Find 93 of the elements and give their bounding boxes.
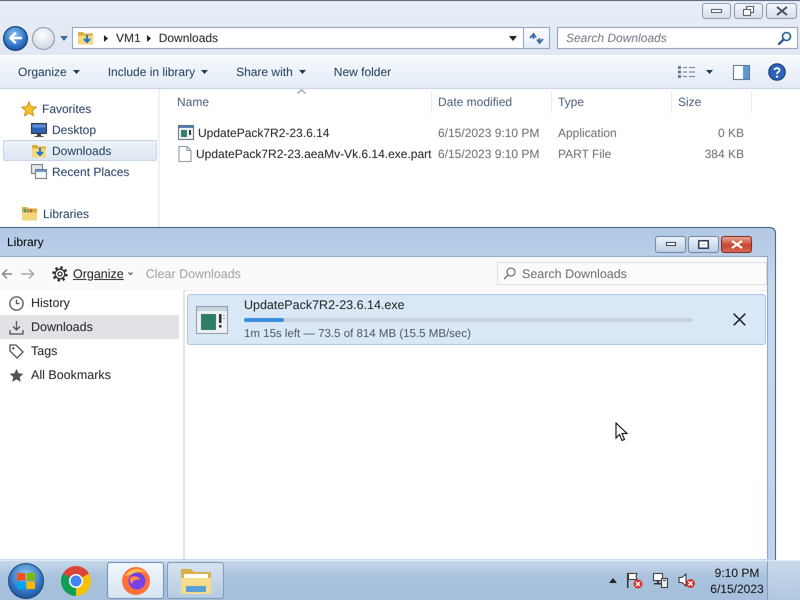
clock-date[interactable]: 6/15/2023 — [710, 580, 764, 596]
address-bar[interactable]: VM1 Downloads — [72, 27, 524, 49]
clock-icon — [9, 296, 24, 310]
refresh-icon — [529, 32, 544, 44]
file-name[interactable]: UpdatePack7R2-23.aeaMv-Vk.6.14.exe.part — [196, 146, 432, 160]
column-header[interactable]: Size — [672, 91, 752, 113]
flame-globe-icon — [120, 566, 150, 596]
file-type: PART File — [558, 146, 612, 160]
nav-item[interactable]: Downloads — [3, 140, 157, 161]
tag-icon — [9, 344, 24, 358]
restore-button[interactable] — [734, 3, 763, 19]
download-file-name: UpdatePack7R2-23.6.14.exe — [244, 298, 406, 313]
computer-icon[interactable] — [652, 572, 669, 589]
restore-icon — [743, 6, 754, 16]
star-icon — [9, 368, 24, 382]
dropdown-caret-icon[interactable] — [509, 36, 517, 40]
stacked-windows-icon — [31, 164, 47, 179]
dropdown-caret-icon — [201, 70, 208, 74]
left-arrow-icon — [9, 32, 22, 44]
start-button[interactable] — [8, 562, 44, 598]
date-modified: 6/15/2023 9:10 PM — [438, 146, 540, 160]
command-button[interactable]: Share with — [226, 61, 316, 83]
document-icon — [178, 146, 192, 162]
search-icon — [503, 267, 516, 280]
folder-icon — [180, 566, 212, 594]
dropdown-caret-icon[interactable] — [706, 70, 713, 74]
star-icon — [21, 100, 37, 116]
four-squares-icon — [16, 572, 36, 590]
flag-error-icon[interactable] — [626, 572, 643, 589]
nav-item[interactable]: Libraries — [3, 203, 157, 224]
close-icon — [730, 240, 742, 248]
date-modified: 6/15/2023 9:10 PM — [438, 126, 540, 140]
close-button[interactable] — [721, 236, 752, 252]
column-header[interactable]: Name — [171, 91, 432, 113]
command-button[interactable]: Organize — [8, 61, 90, 83]
triangle-up-icon[interactable] — [609, 578, 617, 583]
preview-pane-icon[interactable] — [733, 64, 750, 80]
library-folder-icon — [21, 206, 38, 221]
taskbar-button[interactable] — [167, 562, 224, 599]
command-button[interactable]: New folder — [324, 61, 402, 83]
view-options-icon[interactable] — [678, 66, 695, 78]
application-icon — [178, 125, 194, 140]
application-icon — [196, 306, 228, 334]
search-field[interactable]: Search Downloads — [557, 27, 798, 49]
close-button[interactable] — [766, 3, 797, 19]
search-icon[interactable] — [778, 31, 792, 45]
speaker-muted-icon[interactable] — [678, 572, 696, 589]
minimize-icon — [711, 9, 722, 13]
sidebar-item[interactable]: History — [0, 291, 179, 315]
command-button[interactable]: Include in library — [98, 61, 218, 83]
column-header[interactable]: Date modified — [432, 91, 552, 113]
clock-time[interactable]: 9:10 PM — [714, 564, 760, 580]
gear-icon — [52, 266, 68, 282]
file-name[interactable]: UpdatePack7R2-23.6.14 — [198, 126, 330, 140]
download-item[interactable]: UpdatePack7R2-23.6.14.exe 1m 15s left — 73.5 of 814 MB (15.5 MB/sec) — [187, 294, 766, 345]
nav-item[interactable]: Recent Places — [3, 161, 157, 182]
file-size: 0 KB — [718, 126, 744, 140]
download-folder-icon — [31, 142, 47, 158]
download-icon — [9, 320, 24, 334]
back-button[interactable] — [3, 26, 28, 50]
download-status: 1m 15s left — 73.5 of 814 MB (15.5 MB/sec) — [244, 328, 472, 341]
breadcrumb-item[interactable]: Downloads — [158, 31, 218, 45]
maximize-icon — [698, 240, 709, 248]
close-icon[interactable] — [733, 313, 746, 326]
maximize-button[interactable] — [688, 236, 719, 252]
file-size: 384 KB — [704, 146, 744, 160]
dropdown-caret-icon — [72, 70, 80, 74]
mouse-pointer-icon — [615, 422, 628, 442]
chevron-icon[interactable] — [146, 34, 151, 42]
download-folder-icon — [77, 30, 94, 46]
sidebar-item[interactable]: Downloads — [0, 315, 179, 339]
close-icon — [776, 6, 788, 16]
refresh-button[interactable] — [524, 27, 550, 49]
sidebar-item[interactable]: All Bookmarks — [0, 363, 179, 387]
breadcrumb-item[interactable]: VM1 — [116, 31, 141, 45]
tricolor-circle-icon — [60, 564, 92, 596]
taskbar-button[interactable] — [107, 562, 164, 599]
minimize-button[interactable] — [655, 236, 686, 252]
minimize-icon — [666, 242, 676, 246]
file-type: Application — [558, 126, 617, 140]
nav-item[interactable]: Desktop — [3, 119, 157, 140]
caret-icon — [128, 272, 133, 275]
organize-button[interactable]: Organize — [52, 266, 133, 282]
help-icon[interactable] — [768, 63, 786, 81]
column-header[interactable]: Type — [552, 91, 672, 113]
monitor-icon — [31, 122, 47, 136]
nav-item[interactable]: Favorites — [3, 98, 157, 119]
chevron-icon[interactable] — [104, 34, 108, 42]
dropdown-caret-icon — [298, 70, 306, 74]
minimize-button[interactable] — [702, 3, 731, 19]
back-arrow-icon[interactable] — [1, 268, 12, 280]
sidebar-item[interactable]: Tags — [0, 339, 179, 363]
window-title: Library — [7, 235, 44, 249]
